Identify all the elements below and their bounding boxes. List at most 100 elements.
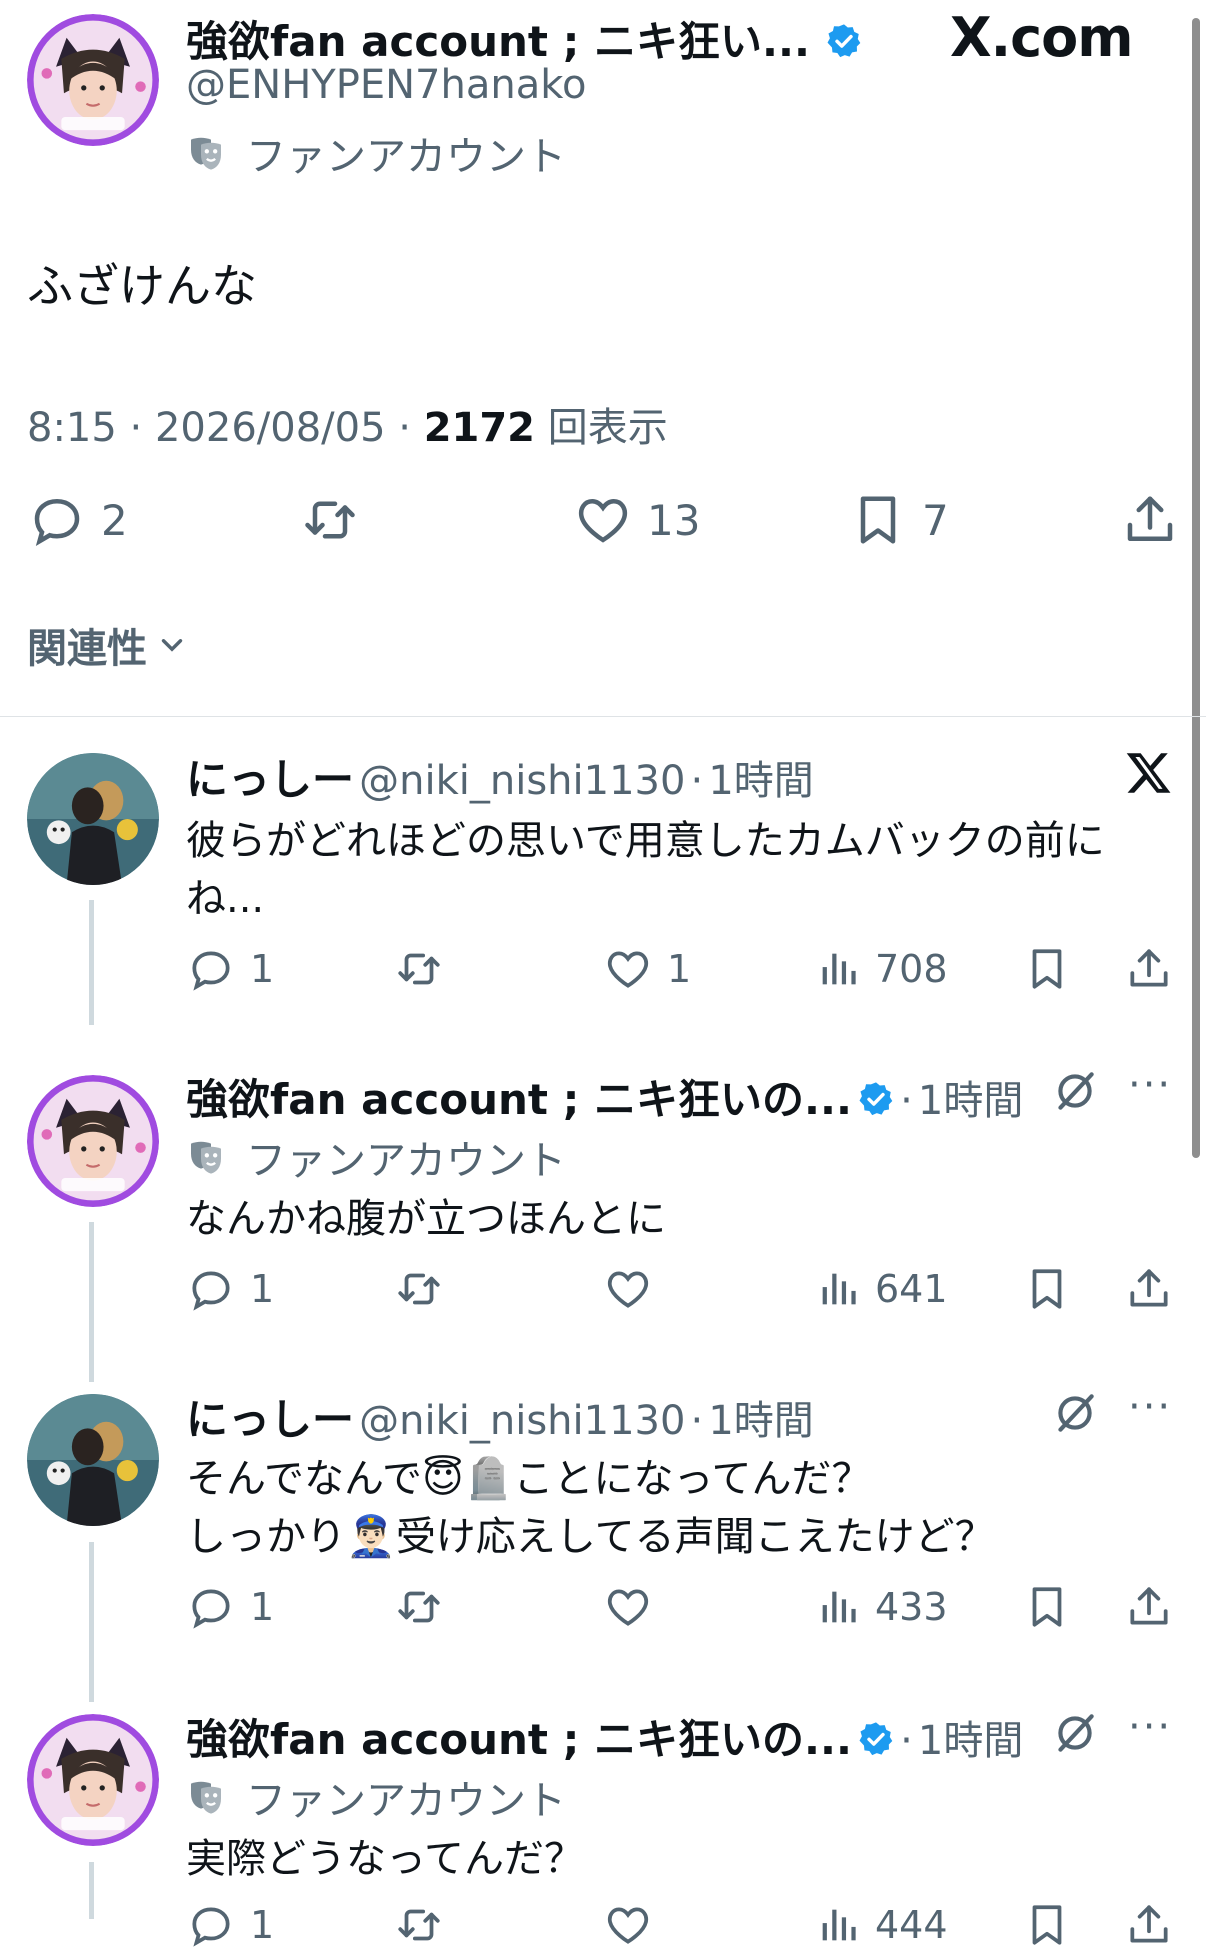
- reply-handle[interactable]: @niki_nishi1130: [359, 758, 685, 804]
- reply-icon: [186, 1264, 236, 1314]
- fan-mask-icon: [186, 1137, 226, 1177]
- author-name-row[interactable]: 強欲fan account ; ニキ狂い...: [186, 8, 863, 69]
- retweet-icon: [392, 944, 446, 994]
- share-button[interactable]: [1124, 1264, 1174, 1314]
- thread-line: [89, 1542, 94, 1702]
- reply-author-name[interactable]: 強欲fan account ; ニキ狂いの...: [186, 1715, 852, 1764]
- bookmark-button[interactable]: [1022, 1900, 1072, 1950]
- views-icon: [815, 944, 861, 994]
- reply-header: 強欲fan account ; ニキ狂いの... · 1時間: [186, 1715, 1024, 1764]
- tweet-date[interactable]: 2026/08/05: [155, 405, 386, 451]
- reply-avatar[interactable]: [27, 1714, 159, 1846]
- verified-badge-icon: [857, 1080, 895, 1118]
- like-button[interactable]: [603, 1582, 653, 1632]
- like-button[interactable]: 1: [603, 944, 691, 994]
- reply-handle[interactable]: @niki_nishi1130: [359, 1398, 685, 1444]
- bookmark-icon: [1022, 944, 1072, 994]
- share-icon: [1124, 1900, 1174, 1950]
- like-button[interactable]: [603, 1900, 653, 1950]
- more-icon[interactable]: ···: [1128, 1062, 1172, 1108]
- views-button[interactable]: 444: [815, 1900, 948, 1950]
- bookmark-icon: [1022, 1582, 1072, 1632]
- bookmark-icon: [1022, 1900, 1072, 1950]
- like-icon: [573, 490, 633, 550]
- like-icon: [603, 1900, 653, 1950]
- reply-button[interactable]: 1: [186, 1900, 274, 1950]
- reply-button[interactable]: 1: [186, 1582, 274, 1632]
- views-button[interactable]: 641: [815, 1264, 948, 1314]
- thread-line: [89, 1862, 94, 1919]
- scrollbar[interactable]: [1192, 18, 1200, 1158]
- reply-header: にっしー @niki_nishi1130 · 1時間: [186, 755, 814, 804]
- retweet-button[interactable]: [392, 1900, 446, 1950]
- retweet-button[interactable]: [298, 490, 362, 550]
- fan-mask-icon: [186, 1777, 226, 1817]
- retweet-icon: [392, 1264, 446, 1314]
- grok-icon[interactable]: [1050, 1066, 1100, 1116]
- bookmark-button[interactable]: [1022, 944, 1072, 994]
- reply-time[interactable]: 1時間: [708, 758, 813, 804]
- police-officer-emoji: 👮🏻‍♂️: [346, 1514, 396, 1560]
- fan-account-label: ファンアカウント: [186, 124, 566, 182]
- reply-icon: [186, 1900, 236, 1950]
- like-button[interactable]: [603, 1264, 653, 1314]
- tweet-time[interactable]: 8:15: [27, 405, 117, 451]
- reply-icon: [186, 1582, 236, 1632]
- like-button[interactable]: 13: [573, 490, 700, 550]
- reply-header: 強欲fan account ; ニキ狂いの... · 1時間: [186, 1075, 1024, 1124]
- reply-time[interactable]: 1時間: [918, 1078, 1023, 1124]
- like-icon: [603, 1582, 653, 1632]
- reply-author-name[interactable]: にっしー: [186, 755, 354, 804]
- share-button[interactable]: [1120, 490, 1180, 550]
- share-button[interactable]: [1124, 1900, 1174, 1950]
- views-label: 回表示: [547, 405, 668, 451]
- bookmark-icon: [1022, 1264, 1072, 1314]
- author-handle[interactable]: @ENHYPEN7hanako: [186, 62, 586, 108]
- bookmark-button[interactable]: [1022, 1264, 1072, 1314]
- grok-icon[interactable]: [1050, 1708, 1100, 1758]
- bookmark-button[interactable]: [1022, 1582, 1072, 1632]
- reply-time[interactable]: 1時間: [918, 1718, 1023, 1764]
- reply-author-name[interactable]: にっしー: [186, 1395, 354, 1444]
- author-name[interactable]: 強欲fan account ; ニキ狂い...: [186, 17, 810, 66]
- tweet-text: ふざけんな: [27, 259, 257, 313]
- reply-time[interactable]: 1時間: [708, 1398, 813, 1444]
- more-icon[interactable]: ···: [1128, 1384, 1172, 1430]
- reply-avatar[interactable]: [27, 1394, 159, 1526]
- reply-button[interactable]: 2: [27, 490, 128, 550]
- share-button[interactable]: [1124, 1582, 1174, 1632]
- more-icon[interactable]: ···: [1128, 1704, 1172, 1750]
- fan-mask-icon: [186, 133, 226, 173]
- share-icon: [1124, 1264, 1174, 1314]
- reply-avatar[interactable]: [27, 753, 159, 885]
- views-button[interactable]: 708: [815, 944, 948, 994]
- grok-icon[interactable]: [1050, 1388, 1100, 1438]
- retweet-button[interactable]: [392, 944, 446, 994]
- bookmark-button[interactable]: 7: [848, 490, 949, 550]
- x-logo-icon[interactable]: [1124, 748, 1174, 798]
- fan-account-label: ファンアカウント: [186, 1768, 566, 1826]
- reply-text-cont: ね...: [186, 876, 265, 922]
- views-icon: [815, 1264, 861, 1314]
- verified-badge-icon: [825, 22, 863, 60]
- smiling-angel-emoji: 😇: [422, 1456, 464, 1502]
- author-avatar[interactable]: [27, 14, 159, 146]
- reply-button[interactable]: 1: [186, 944, 274, 994]
- retweet-button[interactable]: [392, 1582, 446, 1632]
- fan-account-label: ファンアカウント: [186, 1128, 566, 1186]
- reply-text-cont: しっかり👮🏻‍♂️受け応えしてる声聞こえたけど？: [186, 1514, 995, 1560]
- bookmark-icon: [848, 490, 908, 550]
- retweet-button[interactable]: [392, 1264, 446, 1314]
- views-icon: [815, 1900, 861, 1950]
- reply-icon: [186, 944, 236, 994]
- reply-icon: [27, 490, 87, 550]
- share-button[interactable]: [1124, 944, 1174, 994]
- reply-author-name[interactable]: 強欲fan account ; ニキ狂いの...: [186, 1075, 852, 1124]
- sort-dropdown[interactable]: 関連性: [27, 616, 189, 674]
- reply-button[interactable]: 1: [186, 1264, 274, 1314]
- share-icon: [1120, 490, 1180, 550]
- views-button[interactable]: 433: [815, 1582, 948, 1632]
- reply-avatar[interactable]: [27, 1075, 159, 1207]
- share-icon: [1124, 1582, 1174, 1632]
- reply-text: そんでなんで😇🪦ことになってんだ？: [186, 1456, 872, 1502]
